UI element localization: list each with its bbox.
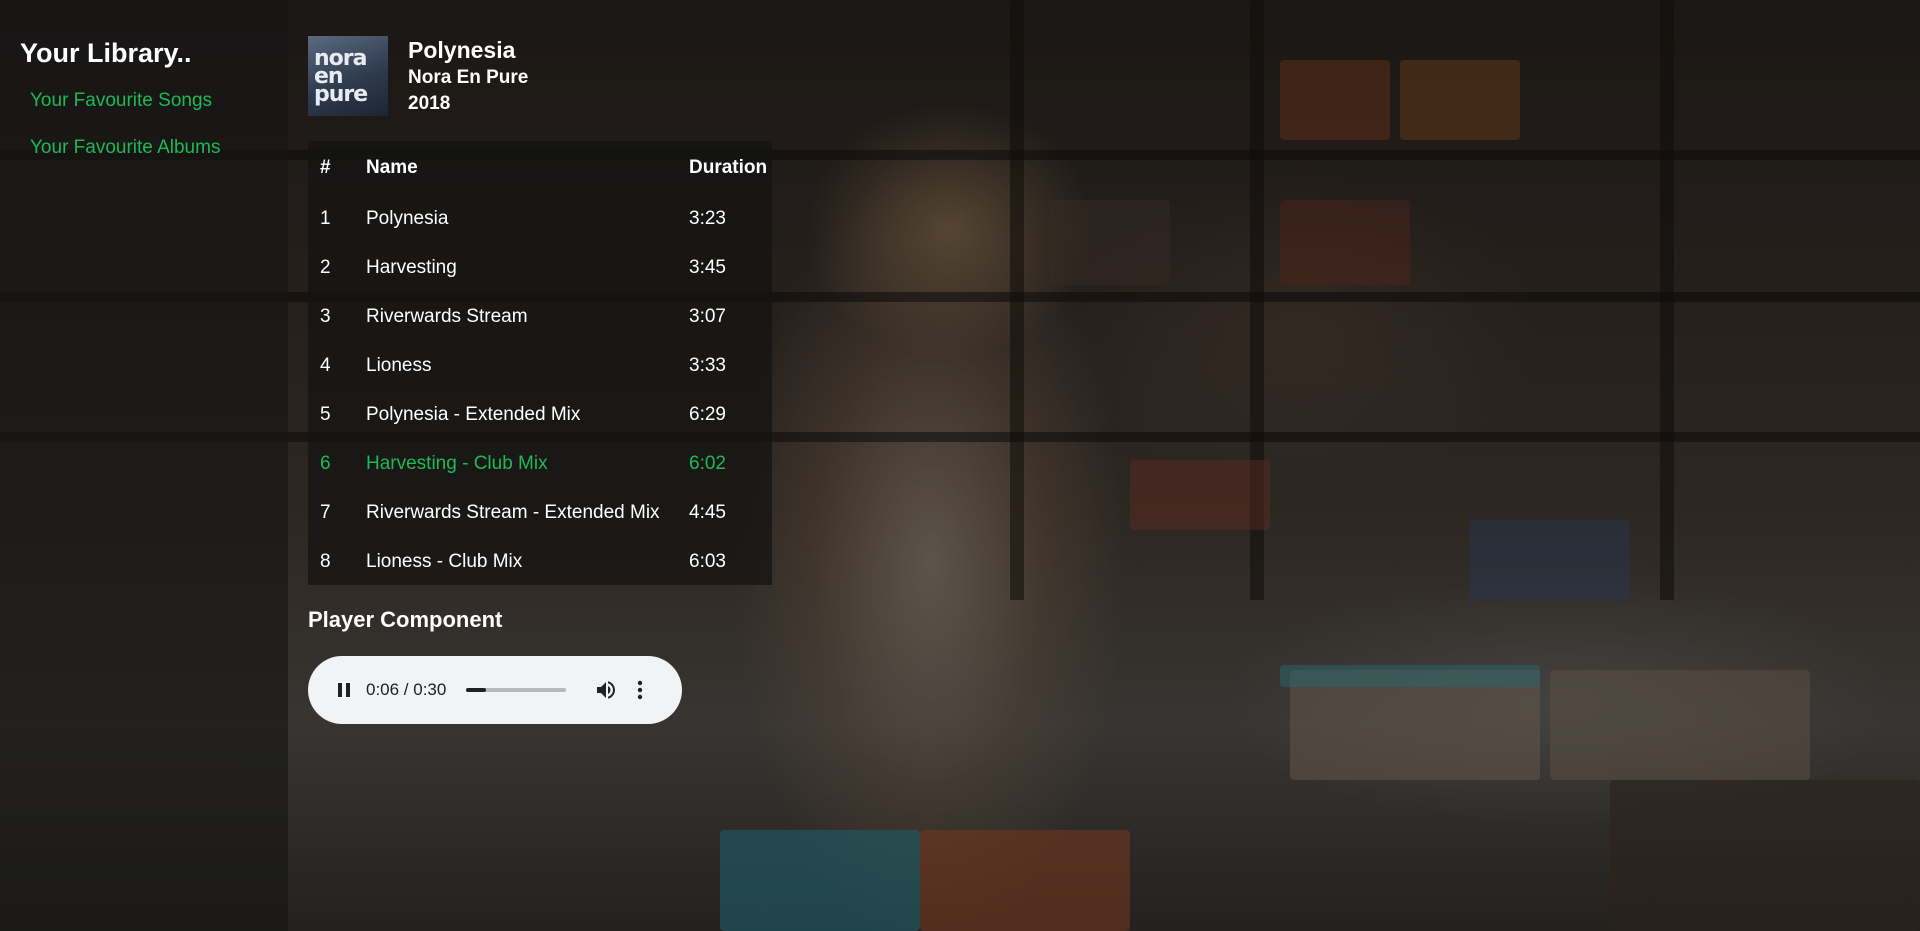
header-duration: Duration	[689, 156, 768, 178]
album-artist: Nora En Pure	[408, 67, 529, 88]
sidebar: Your Library.. Your Favourite Songs Your…	[0, 0, 288, 931]
track-number: 6	[320, 452, 331, 474]
track-duration: 3:45	[689, 256, 726, 278]
track-row-active[interactable]: 6 Harvesting - Club Mix 6:02	[308, 439, 772, 488]
track-name[interactable]: Riverwards Stream - Extended Mix	[366, 488, 689, 537]
track-name[interactable]: Polynesia	[366, 194, 689, 243]
pause-icon[interactable]	[334, 680, 354, 700]
sidebar-title: Your Library..	[20, 38, 192, 68]
track-row[interactable]: 5 Polynesia - Extended Mix 6:29	[308, 390, 772, 439]
player-title: Player Component	[308, 607, 503, 632]
track-row[interactable]: 4 Lioness 3:33	[308, 341, 772, 390]
more-vert-icon[interactable]	[630, 678, 650, 702]
track-duration: 3:33	[689, 354, 726, 376]
track-duration: 3:07	[689, 305, 726, 327]
track-duration: 6:03	[689, 550, 726, 572]
header-name: Name	[366, 156, 418, 178]
track-name[interactable]: Riverwards Stream	[366, 292, 689, 341]
time-display: 0:06 / 0:30	[366, 680, 447, 699]
seek-slider[interactable]	[466, 688, 567, 692]
app-root: Your Library.. Your Favourite Songs Your…	[0, 0, 1920, 931]
track-duration: 6:29	[689, 403, 726, 425]
track-row[interactable]: 2 Harvesting 3:45	[308, 243, 772, 292]
track-name[interactable]: Lioness	[366, 341, 689, 390]
album-header: nora en pure Polynesia Nora En Pure 2018	[308, 36, 528, 116]
album-year: 2018	[408, 93, 451, 114]
header-number: #	[320, 156, 331, 178]
volume-icon[interactable]	[594, 678, 618, 702]
tracklist-table: # Name Duration 1 Polynesia 3:23 2 Harve…	[308, 141, 772, 586]
tracklist: # Name Duration 1 Polynesia 3:23 2 Harve…	[308, 141, 772, 585]
album-meta: Polynesia Nora En Pure 2018	[408, 36, 528, 117]
track-duration: 4:45	[689, 501, 726, 523]
track-name[interactable]: Lioness - Club Mix	[366, 537, 689, 586]
album-title: Polynesia	[408, 37, 516, 63]
track-number: 2	[320, 256, 331, 278]
sidebar-link-favourite-albums[interactable]: Your Favourite Albums	[30, 137, 220, 159]
track-number: 5	[320, 403, 331, 425]
track-row[interactable]: 7 Riverwards Stream - Extended Mix 4:45	[308, 488, 772, 537]
sidebar-link-favourite-songs[interactable]: Your Favourite Songs	[30, 90, 212, 112]
track-row[interactable]: 1 Polynesia 3:23	[308, 194, 772, 243]
track-row[interactable]: 8 Lioness - Club Mix 6:03	[308, 537, 772, 586]
track-name[interactable]: Harvesting - Club Mix	[366, 439, 689, 488]
album-cover-text: nora en pure	[314, 46, 368, 107]
track-row[interactable]: 3 Riverwards Stream 3:07	[308, 292, 772, 341]
track-number: 8	[320, 550, 331, 572]
track-duration: 6:02	[689, 452, 726, 474]
track-name[interactable]: Harvesting	[366, 243, 689, 292]
tracklist-header-row: # Name Duration	[308, 141, 772, 194]
album-cover: nora en pure	[308, 36, 388, 116]
seek-progress	[466, 688, 487, 692]
track-number: 7	[320, 501, 331, 523]
track-duration: 3:23	[689, 207, 726, 229]
track-number: 1	[320, 207, 331, 229]
track-name[interactable]: Polynesia - Extended Mix	[366, 390, 689, 439]
track-number: 4	[320, 354, 331, 376]
track-number: 3	[320, 305, 331, 327]
audio-player: 0:06 / 0:30	[308, 656, 682, 724]
